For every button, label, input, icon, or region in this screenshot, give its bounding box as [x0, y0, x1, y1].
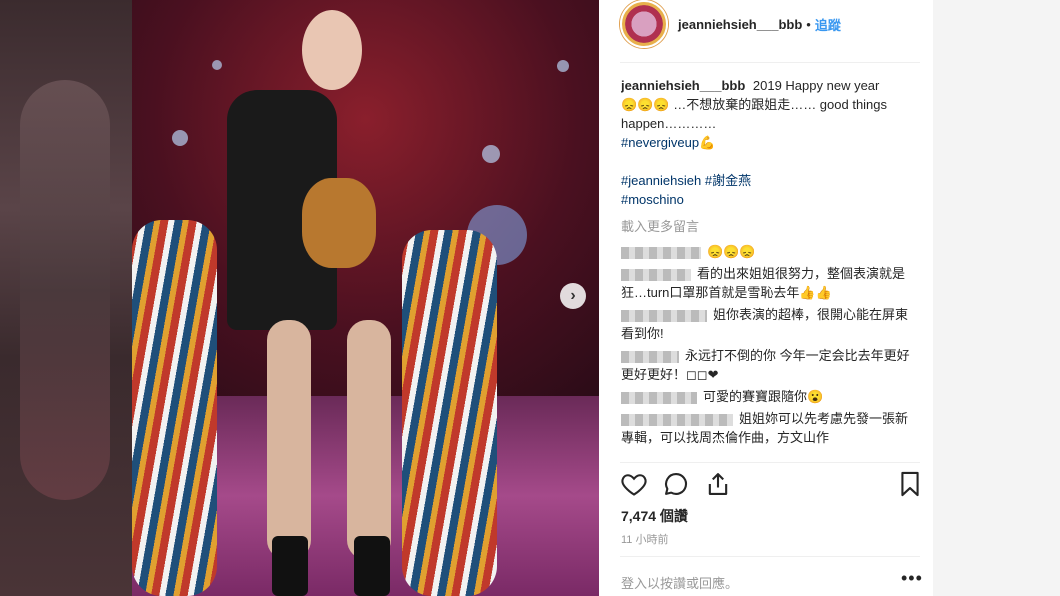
post-header: jeanniehsieh___bbb • 追蹤	[599, 0, 933, 48]
dancer-left	[132, 220, 217, 596]
heart-icon[interactable]	[620, 470, 648, 498]
stage-light	[212, 60, 222, 70]
caption-emoji-2: 💪	[699, 135, 716, 150]
separator-dot: •	[806, 16, 811, 32]
like-count[interactable]: 7,474 個讚	[621, 506, 688, 526]
stage-light	[172, 130, 188, 146]
header-divider	[620, 62, 920, 63]
post-photo[interactable]	[132, 0, 599, 596]
comments-list[interactable]: jeanniehsieh___bbb 2019 Happy new year 😞…	[621, 76, 913, 460]
caption-emoji: 😞😞😞	[621, 97, 670, 112]
blurred-username	[621, 246, 701, 259]
comment-item: 姐你表演的超棒，很開心能在屏東看到你!	[621, 305, 913, 343]
bear-print	[302, 178, 376, 268]
blurred-username	[621, 268, 691, 281]
comment-icon[interactable]	[662, 470, 690, 498]
actions-divider	[620, 462, 920, 463]
input-divider	[620, 556, 920, 557]
avatar[interactable]	[620, 0, 668, 48]
post-timestamp[interactable]: 11 小時前	[621, 531, 668, 547]
comment-item: 😞😞😞	[621, 242, 913, 261]
blurred-background-left	[0, 0, 132, 596]
load-more-comments-link[interactable]: 載入更多留言	[621, 217, 913, 236]
next-image-button[interactable]: ›	[560, 283, 586, 309]
share-icon[interactable]	[704, 470, 732, 498]
action-bar	[620, 470, 922, 500]
hashtag-link[interactable]: #jeanniehsieh	[621, 173, 701, 188]
stage-light	[482, 145, 500, 163]
blurred-username	[621, 309, 707, 322]
singer-boot	[272, 536, 308, 596]
comment-text: 😞😞😞	[707, 244, 756, 259]
blurred-username	[621, 413, 733, 426]
caption-text: 2019 Happy new year	[752, 78, 880, 93]
blurred-background-right	[933, 0, 1060, 596]
comment-item: 永远打不倒的你 今年一定会比去年更好更好更好！◻◻❤	[621, 346, 913, 384]
singer-leg	[267, 320, 311, 560]
hashtag-link[interactable]: #nevergiveup	[621, 135, 699, 150]
more-options-icon[interactable]: •••	[901, 568, 923, 589]
comment-item: 姐姐妳可以先考慮先發一張新專輯，可以找周杰倫作曲，方文山作	[621, 409, 913, 447]
dancer-right	[402, 230, 497, 596]
comment-text: 可愛的賽寶跟隨你😮	[703, 389, 824, 404]
blurred-username	[621, 391, 697, 404]
hashtag-link[interactable]: #謝金燕	[705, 173, 751, 188]
singer-leg	[347, 320, 391, 560]
stage-light	[557, 60, 569, 72]
follow-button[interactable]: 追蹤	[815, 15, 841, 34]
comment-item: 可愛的賽寶跟隨你😮	[621, 387, 913, 406]
singer-boot	[354, 536, 390, 596]
hashtag-link[interactable]: #moschino	[621, 192, 684, 207]
bookmark-icon[interactable]	[896, 470, 924, 498]
comment-item: 看的出來姐姐很努力，整個表演就是狂…turn口罩那首就是雪恥去年👍👍	[621, 264, 913, 302]
login-to-comment-prompt[interactable]: 登入以按讚或回應。	[621, 573, 738, 592]
post-side-panel: jeanniehsieh___bbb • 追蹤 jeanniehsieh___b…	[599, 0, 933, 596]
post-caption: jeanniehsieh___bbb 2019 Happy new year 😞…	[621, 76, 913, 209]
username[interactable]: jeanniehsieh___bbb	[678, 17, 802, 32]
blurred-username	[621, 350, 679, 363]
singer-head	[302, 10, 362, 90]
caption-username[interactable]: jeanniehsieh___bbb	[621, 78, 745, 93]
